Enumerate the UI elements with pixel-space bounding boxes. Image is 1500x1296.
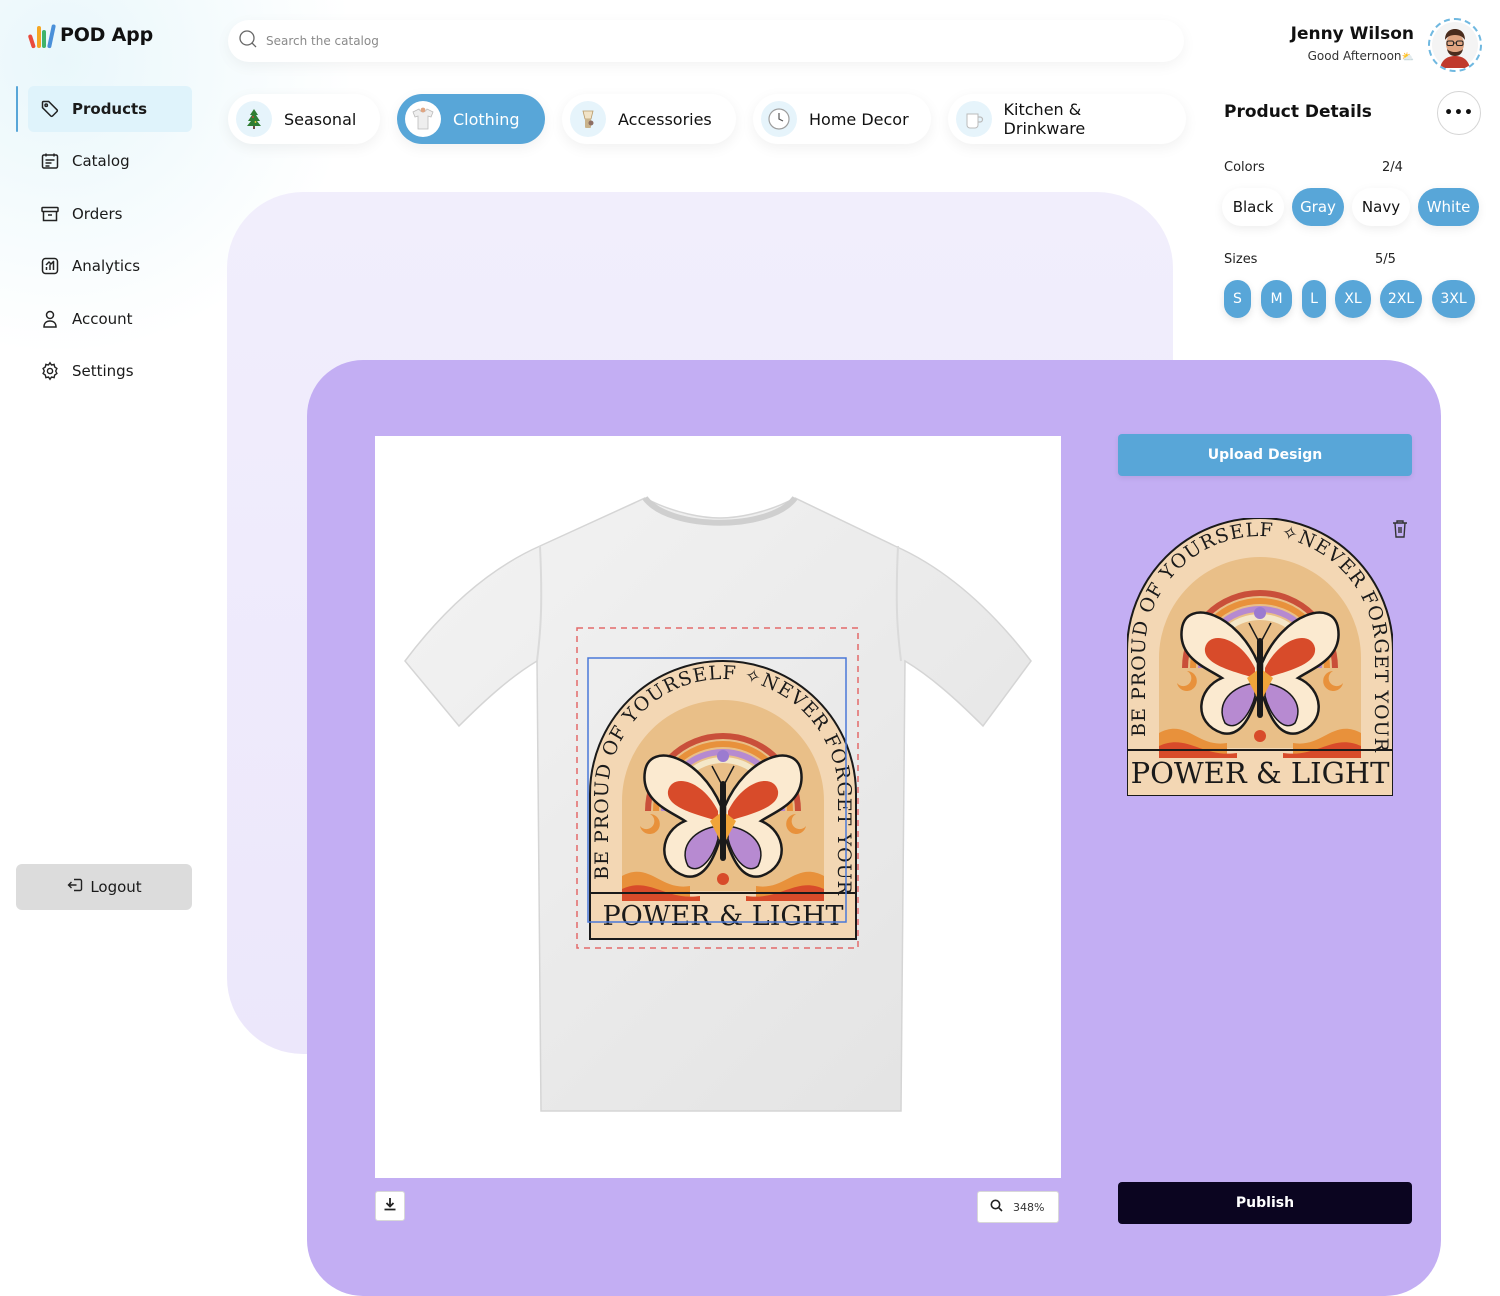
- category-label: Clothing: [453, 109, 520, 129]
- sizes-label: Sizes: [1224, 252, 1258, 267]
- sun-cloud-icon: ⛅: [1401, 52, 1414, 63]
- color-option-black[interactable]: Black: [1222, 188, 1284, 226]
- size-option-s[interactable]: S: [1224, 280, 1251, 318]
- colors-count: 2/4: [1382, 160, 1403, 175]
- sidebar-item-analytics[interactable]: Analytics: [16, 243, 192, 289]
- clock-icon: [761, 101, 797, 137]
- product-details-title: Product Details: [1224, 102, 1372, 122]
- sidebar-item-label: Settings: [72, 361, 134, 380]
- publish-button[interactable]: Publish: [1118, 1182, 1412, 1224]
- size-option-l[interactable]: L: [1302, 280, 1326, 318]
- sizes-count: 5/5: [1375, 252, 1396, 267]
- sidebar-item-account[interactable]: Account: [16, 296, 192, 342]
- download-button[interactable]: [375, 1191, 405, 1221]
- sidebar-item-label: Analytics: [72, 257, 141, 276]
- user-name: Jenny Wilson: [1290, 24, 1414, 44]
- trash-icon[interactable]: [1390, 518, 1410, 540]
- search-input[interactable]: [266, 34, 866, 48]
- category-label: Kitchen & Drinkware: [1003, 100, 1086, 138]
- user-greeting: Good Afternoon⛅: [1307, 49, 1414, 63]
- colors-label: Colors: [1224, 160, 1265, 175]
- category-accessories[interactable]: Accessories: [562, 94, 736, 144]
- color-option-navy[interactable]: Navy: [1352, 188, 1410, 226]
- more-options-button[interactable]: •••: [1437, 91, 1481, 135]
- zoom-icon: [990, 1199, 1003, 1215]
- user-icon: [40, 309, 60, 329]
- size-option-m[interactable]: M: [1261, 280, 1292, 318]
- sidebar-item-label: Orders: [72, 204, 123, 223]
- zoom-control[interactable]: 348%: [977, 1191, 1059, 1223]
- product-canvas[interactable]: BE PROUD OF YOURSELF ✧NEVER FORGET YOUR …: [375, 436, 1061, 1178]
- thumbnail-bottom-text: POWER & LIGHT: [1131, 756, 1391, 790]
- category-label: Accessories: [618, 109, 712, 129]
- gear-icon: [40, 361, 60, 381]
- app-logo[interactable]: POD App: [27, 22, 153, 49]
- archive-box-icon: [40, 204, 60, 224]
- sidebar-item-label: Catalog: [72, 152, 130, 171]
- download-icon: [382, 1196, 398, 1216]
- avatar-image: [1432, 22, 1478, 68]
- category-label: Home Decor: [809, 109, 909, 129]
- design-thumbnail[interactable]: BE PROUD OF YOURSELF ✧NEVER FORGET YOUR …: [1127, 518, 1393, 796]
- search-bar[interactable]: [228, 20, 1184, 62]
- color-option-gray[interactable]: Gray: [1292, 188, 1344, 226]
- size-option-3xl[interactable]: 3XL: [1432, 280, 1475, 318]
- sidebar-item-products[interactable]: Products: [16, 86, 192, 132]
- design-bottom-text: POWER & LIGHT: [602, 901, 843, 932]
- tshirt-mockup: BE PROUD OF YOURSELF ✧NEVER FORGET YOUR …: [404, 495, 1032, 1112]
- category-kitchen-drinkware[interactable]: Kitchen & Drinkware: [948, 94, 1186, 144]
- mug-icon: [956, 101, 992, 137]
- sidebar-item-orders[interactable]: Orders: [16, 191, 192, 237]
- color-option-white[interactable]: White: [1418, 188, 1479, 226]
- catalog-icon: [40, 151, 60, 171]
- size-option-2xl[interactable]: 2XL: [1380, 280, 1422, 318]
- avatar[interactable]: [1428, 18, 1482, 72]
- accessory-icon: [570, 101, 606, 137]
- category-seasonal[interactable]: Seasonal: [228, 94, 380, 144]
- size-option-xl[interactable]: XL: [1335, 280, 1371, 318]
- placed-design: BE PROUD OF YOURSELF ✧NEVER FORGET YOUR …: [590, 661, 856, 939]
- sidebar-item-settings[interactable]: Settings: [16, 348, 192, 394]
- logout-label: Logout: [90, 878, 142, 896]
- search-icon: [238, 29, 258, 53]
- category-home-decor[interactable]: Home Decor: [753, 94, 931, 144]
- sidebar-nav: Products Catalog Orders Analytics Accoun…: [16, 86, 192, 400]
- logout-icon: [66, 876, 84, 898]
- category-clothing[interactable]: Clothing: [397, 94, 545, 144]
- tshirt-icon: [405, 101, 441, 137]
- upload-design-button[interactable]: Upload Design: [1118, 434, 1412, 476]
- sidebar-item-label: Account: [72, 309, 133, 328]
- sidebar-item-label: Products: [72, 100, 148, 118]
- user-info: Jenny Wilson Good Afternoon⛅: [1291, 24, 1414, 63]
- logout-button[interactable]: Logout: [16, 864, 192, 910]
- category-label: Seasonal: [284, 109, 357, 129]
- tag-icon: [40, 99, 60, 119]
- chart-icon: [40, 256, 60, 276]
- christmas-tree-icon: [236, 101, 272, 137]
- sidebar-item-catalog[interactable]: Catalog: [16, 138, 192, 184]
- logo-icon: [27, 22, 56, 49]
- app-name: POD App: [60, 24, 153, 46]
- zoom-level: 348%: [1013, 1200, 1045, 1214]
